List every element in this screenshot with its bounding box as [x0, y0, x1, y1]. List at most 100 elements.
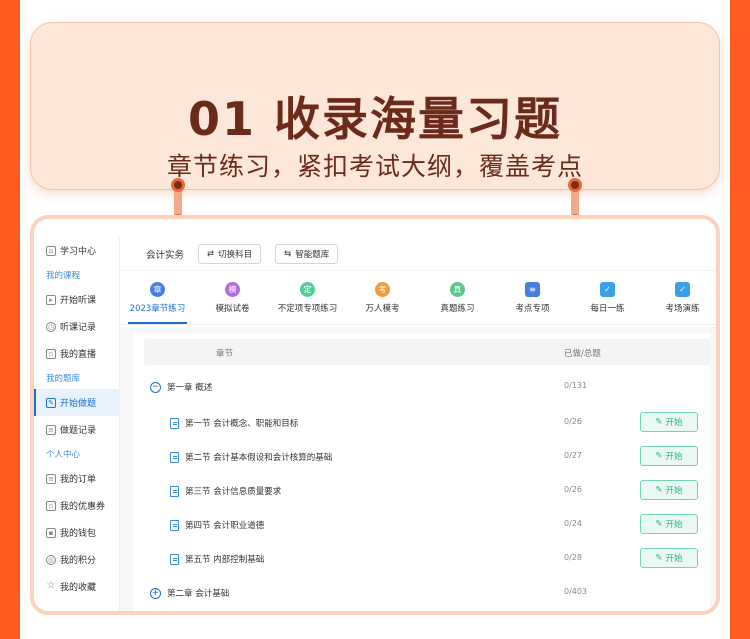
sidebar-item-favorites[interactable]: ☆ 我的收藏 — [34, 573, 119, 600]
record-icon: ≡ — [46, 424, 56, 435]
connector-dot — [171, 178, 185, 192]
document-icon — [170, 553, 179, 565]
start-button[interactable]: ✎ 开始 — [640, 548, 698, 568]
sidebar-item-live[interactable]: ▫ 我的直播 — [34, 340, 119, 367]
mock-icon: 模 — [225, 281, 240, 297]
start-button[interactable]: ✎ 开始 — [640, 480, 698, 500]
calendar-icon: ▫ — [46, 348, 56, 359]
tab-mass-mock-exam[interactable]: 考 万人模考 — [345, 271, 420, 324]
sidebar-item-label: 我的收藏 — [60, 583, 97, 593]
pencil-icon: ✎ — [655, 485, 663, 495]
sidebar-item-label: 我的订单 — [60, 475, 97, 485]
column-header-progress: 已做/总题 — [564, 349, 601, 359]
tab-exam-drill[interactable]: ✓ 考场演练 — [645, 271, 716, 324]
sidebar-item-label: 开始听课 — [60, 296, 97, 306]
sidebar-item-practice-record[interactable]: ≡ 做题记录 — [34, 416, 119, 443]
section-title: 第二节 会计基本假设和会计核算的基础 — [185, 453, 333, 463]
tab-label: 2023章节练习 — [129, 303, 186, 314]
sidebar-item-label: 我的优惠券 — [60, 502, 106, 512]
content-area: 章节 已做/总题 − 第一章 概述 0/131 第一节 会计概念、职能和目标 0… — [120, 327, 716, 611]
pencil-icon: ✎ — [655, 553, 663, 563]
sidebar-item-wallet[interactable]: ▪ 我的钱包 — [34, 519, 119, 546]
tab-past-papers[interactable]: 真 真题练习 — [420, 271, 495, 324]
sidebar-item-start-practice[interactable]: ✎ 开始做题 — [34, 389, 119, 416]
tab-label: 万人模考 — [365, 303, 400, 314]
sidebar-item-start-lesson[interactable]: ▸ 开始听课 — [34, 286, 119, 313]
tab-label: 真题练习 — [440, 303, 475, 314]
sidebar-item-coupons[interactable]: ▫ 我的优惠券 — [34, 492, 119, 519]
coupon-icon: ▫ — [46, 500, 56, 511]
start-label: 开始 — [665, 554, 683, 564]
tab-label: 不定项专项练习 — [277, 303, 338, 314]
edit-icon: ✎ — [46, 397, 56, 408]
pencil-icon: ✎ — [655, 451, 663, 461]
play-icon: ▸ — [46, 294, 56, 305]
section-row: 第四节 会计职业道德 0/24 ✎ 开始 — [144, 514, 710, 535]
banner-title: 01 收录海量习题 — [187, 92, 563, 146]
tab-mock-paper[interactable]: 模 模拟试卷 — [195, 271, 270, 324]
sidebar-item-lesson-history[interactable]: ◷ 听课记录 — [34, 313, 119, 340]
calendar-check-icon: ✓ — [675, 281, 690, 297]
collapse-icon[interactable]: − — [150, 381, 161, 393]
swap-icon: ⇆ — [284, 248, 292, 259]
sidebar-item-label: 做题记录 — [60, 426, 97, 436]
exam-icon: 考 — [375, 281, 390, 297]
chapter-table: 章节 已做/总题 − 第一章 概述 0/131 第一节 会计概念、职能和目标 0… — [134, 333, 710, 611]
tab-label: 每日一练 — [590, 303, 625, 314]
tab-chapter-practice[interactable]: 章 2023章节练习 — [120, 271, 195, 324]
section-title: 第一节 会计概念、职能和目标 — [185, 419, 299, 429]
sidebar-section-question-bank: 我的题库 — [46, 374, 81, 384]
start-label: 开始 — [665, 520, 683, 530]
document-icon — [170, 417, 179, 429]
promo-banner: 01 收录海量习题 章节练习，紧扣考试大纲，覆盖考点 — [30, 22, 720, 190]
start-label: 开始 — [665, 452, 683, 462]
sidebar-item-label: 听课记录 — [60, 323, 97, 333]
sidebar-section-courses: 我的课程 — [46, 271, 81, 281]
chapter-count: 0/131 — [564, 381, 588, 390]
star-icon: ☆ — [46, 579, 56, 591]
indefinite-icon: 定 — [300, 281, 315, 297]
document-icon: ≡ — [525, 281, 540, 297]
sidebar: ⌂ 学习中心 我的课程 ▸ 开始听课 ◷ 听课记录 ▫ 我的直播 我的题库 ✎ … — [34, 237, 120, 611]
section-row: 第三节 会计信息质量要求 0/26 ✎ 开始 — [144, 480, 710, 501]
sidebar-item-learning-center[interactable]: ⌂ 学习中心 — [34, 237, 119, 264]
chapter-title: 第一章 概述 — [167, 383, 213, 393]
section-count: 0/27 — [564, 451, 582, 460]
smart-bank-label: 智能题库 — [295, 249, 330, 260]
section-row: 第一节 会计概念、职能和目标 0/26 ✎ 开始 — [144, 412, 710, 433]
tab-key-points[interactable]: ≡ 考点专项 — [495, 271, 570, 324]
column-header-chapter: 章节 — [216, 349, 234, 359]
sidebar-item-label: 我的积分 — [60, 556, 97, 566]
switch-icon: ⇄ — [207, 248, 215, 259]
start-label: 开始 — [665, 486, 683, 496]
section-title: 第三节 会计信息质量要求 — [185, 487, 282, 497]
document-icon — [170, 451, 179, 463]
tab-daily-practice[interactable]: ✓ 每日一练 — [570, 271, 645, 324]
topbar: 会计实务 ⇄ 切换科目 ⇆ 智能题库 — [120, 237, 716, 271]
sidebar-item-label: 我的直播 — [60, 350, 97, 360]
smart-bank-button[interactable]: ⇆ 智能题库 — [275, 243, 339, 264]
sidebar-item-orders[interactable]: ≡ 我的订单 — [34, 465, 119, 492]
start-button[interactable]: ✎ 开始 — [640, 412, 698, 432]
section-title: 第五节 内部控制基础 — [185, 555, 265, 565]
sidebar-item-label: 我的钱包 — [60, 529, 97, 539]
past-paper-icon: 真 — [450, 281, 465, 297]
chapter-count: 0/403 — [564, 587, 588, 596]
document-icon — [170, 485, 179, 497]
switch-subject-button[interactable]: ⇄ 切换科目 — [198, 243, 262, 264]
section-count: 0/26 — [564, 485, 582, 494]
main-area: 会计实务 ⇄ 切换科目 ⇆ 智能题库 章 2023章节练习 模 模拟试卷 定 不… — [120, 237, 716, 611]
chapter-row[interactable]: − 第一章 概述 0/131 — [144, 377, 710, 397]
app-window: ⌂ 学习中心 我的课程 ▸ 开始听课 ◷ 听课记录 ▫ 我的直播 我的题库 ✎ … — [30, 215, 720, 615]
tab-indefinite-practice[interactable]: 定 不定项专项练习 — [270, 271, 345, 324]
expand-icon[interactable]: + — [150, 587, 161, 599]
banner-subtitle: 章节练习，紧扣考试大纲，覆盖考点 — [166, 152, 583, 181]
start-button[interactable]: ✎ 开始 — [640, 446, 698, 466]
sidebar-section-personal: 个人中心 — [46, 450, 81, 460]
start-label: 开始 — [665, 418, 683, 428]
chapter-row[interactable]: + 第二章 会计基础 0/403 — [144, 583, 710, 603]
tab-label: 模拟试卷 — [215, 303, 250, 314]
start-button[interactable]: ✎ 开始 — [640, 514, 698, 534]
section-count: 0/28 — [564, 553, 582, 562]
sidebar-item-points[interactable]: ◎ 我的积分 — [34, 546, 119, 573]
